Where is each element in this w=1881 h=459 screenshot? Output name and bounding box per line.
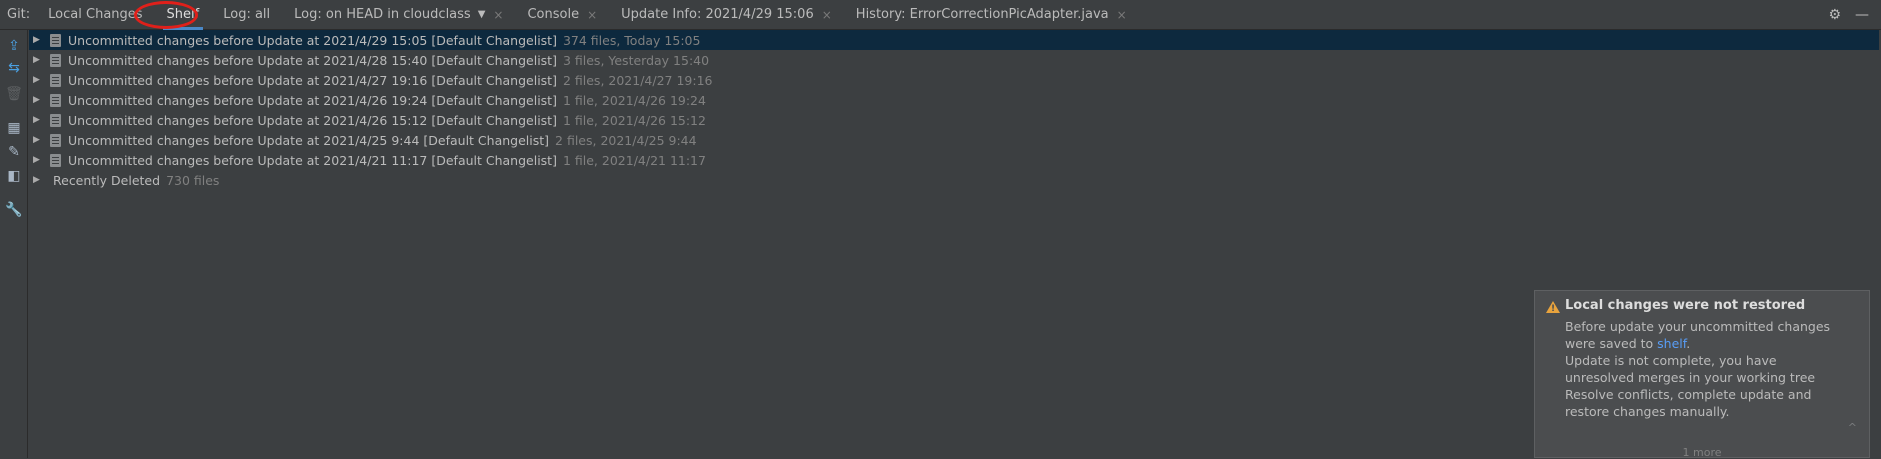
shelf-item-info: 3 files, Yesterday 15:40 [562,52,710,68]
tab-local-changes[interactable]: Local Changes [36,0,154,30]
notification-line: Before update your uncommitted changes [1565,319,1831,334]
tab-label: History: ErrorCorrectionPicAdapter.java [855,7,1109,22]
tab-label: Log: on HEAD in cloudclass [294,7,471,22]
changelist-icon [50,73,61,87]
cleanup-icon[interactable]: ✎ [4,142,24,162]
tab-label: Local Changes [48,7,143,22]
shelf-list-item[interactable]: ▶ Uncommitted changes before Update at 2… [29,110,1879,130]
minimize-icon[interactable]: — [1855,7,1869,23]
shelf-item-label: Uncommitted changes before Update at 202… [68,132,550,148]
shelf-item-label: Uncommitted changes before Update at 202… [68,72,557,88]
shelf-item-info: 1 file, 2021/4/21 11:17 [562,152,706,168]
settings-wrench-icon[interactable]: 🔧 [4,200,24,220]
notification-line: were saved to shelf. [1565,335,1855,352]
shelf-list-item[interactable]: ▶ Uncommitted changes before Update at 2… [29,30,1879,50]
merge-icon[interactable]: ⇆ [4,58,24,78]
recently-deleted-label: Recently Deleted [53,172,161,188]
expand-arrow-icon[interactable]: ▶ [33,75,43,85]
gear-icon[interactable]: ⚙ [1828,7,1841,23]
shelf-list-item[interactable]: ▶ Uncommitted changes before Update at 2… [29,130,1879,150]
changelist-icon [50,153,61,167]
group-by-icon[interactable]: ▦ [4,118,24,138]
preview-icon[interactable]: ◧ [4,166,24,186]
close-icon[interactable]: × [587,8,597,22]
notification-balloon: ! Local changes were not restored Before… [1534,290,1870,459]
changelist-icon [50,53,61,67]
shelf-item-label: Uncommitted changes before Update at 202… [68,32,557,48]
expand-arrow-icon[interactable]: ▶ [33,135,43,145]
expand-arrow-icon[interactable]: ▶ [33,155,43,165]
tab-console[interactable]: Console × [515,0,609,30]
tab-label: Shelf [166,7,200,22]
shelf-item-info: 1 file, 2021/4/26 15:12 [562,112,706,128]
tool-window-tabbar: Git: Local Changes Shelf Log: all Log: o… [0,0,1881,30]
expand-arrow-icon[interactable]: ▶ [33,95,43,105]
shelf-list-item[interactable]: ▶ Uncommitted changes before Update at 2… [29,50,1879,70]
tab-log-head[interactable]: Log: on HEAD in cloudclass ▼ × [282,0,515,30]
tabbar-actions: ⚙ — [1828,7,1881,23]
tab-update-info[interactable]: Update Info: 2021/4/29 15:06 × [609,0,844,30]
changelist-icon [50,113,61,127]
recently-deleted-item[interactable]: ▶ Recently Deleted 730 files [29,170,1879,190]
shelf-item-info: 2 files, 2021/4/27 19:16 [562,72,713,88]
git-label: Git: [7,7,31,22]
tab-label: Log: all [223,7,271,22]
left-toolbar: ⇪ ⇆ 🗑 ▦ ✎ ◧ 🔧 [0,30,28,458]
notification-line: Update is not complete, you have [1565,353,1777,368]
unshelve-icon[interactable]: ⇪ [4,36,24,56]
notification-line: Resolve conflicts, complete update and [1565,387,1812,402]
notification-line: restore changes manually. [1565,404,1730,419]
tab-label: Console [527,7,580,22]
tab-history[interactable]: History: ErrorCorrectionPicAdapter.java … [844,0,1139,30]
changelist-icon [50,33,61,47]
changelist-icon [50,93,61,107]
more-notifications-link[interactable]: 1 more [1535,446,1869,459]
delete-icon[interactable]: 🗑 [4,84,24,104]
shelf-item-label: Uncommitted changes before Update at 202… [68,152,557,168]
notification-title: Local changes were not restored [1565,298,1806,313]
shelf-list-item[interactable]: ▶ Uncommitted changes before Update at 2… [29,90,1879,110]
close-icon[interactable]: × [1117,8,1127,22]
expand-arrow-icon[interactable]: ▶ [33,55,43,65]
chevron-down-icon[interactable]: ▼ [478,9,486,20]
shelf-item-info: 2 files, 2021/4/25 9:44 [555,132,697,148]
shelf-item-label: Uncommitted changes before Update at 202… [68,112,557,128]
tab-log-all[interactable]: Log: all [211,0,282,30]
shelf-list-item[interactable]: ▶ Uncommitted changes before Update at 2… [29,70,1879,90]
close-icon[interactable]: × [822,8,832,22]
changelist-icon [50,133,61,147]
shelf-link[interactable]: shelf [1657,336,1686,351]
notification-line: unresolved merges in your working tree [1565,370,1816,385]
warning-mark: ! [1551,304,1556,314]
expand-arrow-icon[interactable]: ▶ [33,175,43,185]
collapse-chevron-icon[interactable]: ^ [1848,421,1857,434]
expand-arrow-icon[interactable]: ▶ [33,35,43,45]
shelf-item-label: Uncommitted changes before Update at 202… [68,92,557,108]
shelf-item-label: Uncommitted changes before Update at 202… [68,52,557,68]
expand-arrow-icon[interactable]: ▶ [33,115,43,125]
notification-body: Before update your uncommitted changes w… [1565,318,1855,420]
shelf-item-info: 374 files, Today 15:05 [562,32,701,48]
notification-line-prefix: were saved to [1565,336,1658,351]
shelf-item-info: 1 file, 2021/4/26 19:24 [562,92,706,108]
close-icon[interactable]: × [493,8,503,22]
shelf-list-item[interactable]: ▶ Uncommitted changes before Update at 2… [29,150,1879,170]
tab-shelf[interactable]: Shelf [155,0,212,30]
recently-deleted-info: 730 files [166,172,220,188]
tab-label: Update Info: 2021/4/29 15:06 [621,7,814,22]
notification-line-suffix: . [1686,336,1691,351]
